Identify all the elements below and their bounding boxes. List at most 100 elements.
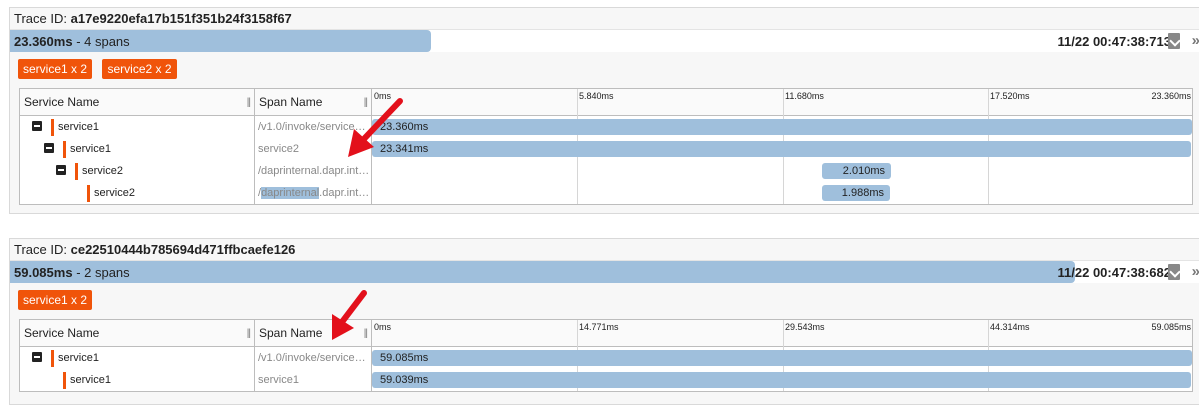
- service-name: service1: [70, 374, 111, 386]
- tick-label: 23.360ms: [1151, 91, 1191, 101]
- trace-timestamp: 11/22 00:47:38:682: [1057, 265, 1171, 280]
- span-table: Service Name || Span Name || 0ms 5.840ms…: [19, 88, 1193, 205]
- table-header: Service Name || Span Name || 0ms 5.840ms…: [20, 89, 1192, 116]
- tick-label: 11.680ms: [785, 91, 824, 101]
- trace-header: Trace ID: a17e9220efa17b151f351b24f3158f…: [10, 8, 1199, 29]
- tick-label: 59.085ms: [1151, 322, 1191, 332]
- service-color-marker: [51, 350, 54, 367]
- trace-duration-text: 59.085ms - 2 spans: [14, 265, 130, 280]
- trace-summary-bar[interactable]: 59.085ms - 2 spans 11/22 00:47:38:682 »: [10, 260, 1199, 283]
- minus-square-icon[interactable]: [32, 121, 42, 131]
- service-color-marker: [63, 372, 66, 389]
- column-grip-icon[interactable]: ||: [247, 328, 251, 339]
- span-timeline: 59.085ms: [372, 347, 1194, 369]
- download-icon[interactable]: [1168, 33, 1180, 49]
- span-table: Service Name || Span Name || 0ms 14.771m…: [19, 319, 1193, 392]
- tick-label: 0ms: [374, 322, 392, 332]
- span-timeline: 2.010ms: [372, 160, 1194, 182]
- trace-id-label: Trace ID:: [14, 242, 67, 257]
- span-name-highlight: daprinternal: [261, 187, 320, 199]
- service-cell: service2: [20, 182, 255, 204]
- column-label: Span Name: [259, 95, 323, 109]
- trace-panel: Trace ID: a17e9220efa17b151f351b24f3158f…: [9, 7, 1199, 214]
- minus-square-icon[interactable]: [56, 165, 66, 175]
- red-arrow-icon: [332, 290, 367, 340]
- span-duration: 59.085ms: [380, 352, 429, 364]
- download-icon[interactable]: [1168, 264, 1180, 280]
- minus-square-icon[interactable]: [32, 352, 42, 362]
- trace-id-label: Trace ID:: [14, 11, 67, 26]
- span-duration: 1.988ms: [841, 187, 884, 199]
- service-tags: service1 x 2: [10, 283, 1199, 317]
- column-label: Span Name: [259, 326, 323, 340]
- span-timeline: 1.988ms: [372, 182, 1194, 204]
- tick-label: 29.543ms: [785, 322, 825, 332]
- service-name: service2: [94, 187, 135, 199]
- trace-duration: 23.360ms: [14, 34, 73, 49]
- trace-timestamp: 11/22 00:47:38:713: [1057, 34, 1171, 49]
- service-name: service1: [70, 143, 111, 155]
- service-tag[interactable]: service1 x 2: [18, 290, 93, 310]
- span-row[interactable]: service1 /v1.0/invoke/service2/method/ad…: [20, 347, 1192, 369]
- span-row[interactable]: service1 service1 59.039ms: [20, 369, 1192, 391]
- span-bar[interactable]: 23.341ms: [372, 141, 1191, 157]
- span-row[interactable]: service2 /daprinternal.dapr.internals.Se…: [20, 182, 1192, 204]
- span-timeline: 23.341ms: [372, 138, 1194, 160]
- service-tags: service1 x 2 service2 x 2: [10, 52, 1199, 86]
- tick-label: 14.771ms: [579, 322, 619, 332]
- service-color-marker: [63, 141, 66, 158]
- column-header-service-name[interactable]: Service Name ||: [20, 320, 255, 346]
- span-duration: 59.039ms: [380, 374, 429, 386]
- column-label: Service Name: [24, 326, 100, 340]
- trace-span-count: - 2 spans: [76, 265, 130, 280]
- span-row[interactable]: service1 /v1.0/invoke/service2/method/ad…: [20, 116, 1192, 138]
- trace-id[interactable]: a17e9220efa17b151f351b24f3158f67: [71, 11, 292, 26]
- service-color-marker: [75, 163, 78, 180]
- span-row[interactable]: service1 service2 23.341ms: [20, 138, 1192, 160]
- trace-header: Trace ID: ce22510444b785694d471ffbcaefe1…: [10, 239, 1199, 260]
- service-name: service1: [58, 352, 99, 364]
- trace-id[interactable]: ce22510444b785694d471ffbcaefe126: [71, 242, 296, 257]
- span-row[interactable]: service2 /daprinternal.dapr.internals.Se…: [20, 160, 1192, 182]
- trace-panel: Trace ID: ce22510444b785694d471ffbcaefe1…: [9, 238, 1199, 405]
- service-name: service1: [58, 121, 99, 133]
- span-timeline: 59.039ms: [372, 369, 1194, 391]
- tick-label: 17.520ms: [990, 91, 1030, 101]
- trace-duration-fill: [10, 261, 1075, 283]
- span-name-rest: .dapr.internals.ServiceInvocation/CallLo…: [319, 187, 371, 199]
- column-label: Service Name: [24, 95, 100, 109]
- service-tag[interactable]: service2 x 2: [102, 59, 177, 79]
- service-name: service2: [82, 165, 123, 177]
- span-name: /v1.0/invoke/service2/method/add: [255, 347, 372, 369]
- service-cell: service1: [20, 116, 255, 138]
- red-arrow-icon: [348, 98, 403, 157]
- span-bar[interactable]: 1.988ms: [822, 185, 890, 201]
- service-cell: service1: [20, 347, 255, 369]
- tick-label: 5.840ms: [579, 91, 614, 101]
- tick-label: 44.314ms: [990, 322, 1030, 332]
- column-header-service-name[interactable]: Service Name ||: [20, 89, 255, 115]
- span-bar[interactable]: 59.085ms: [372, 350, 1192, 366]
- expand-chevrons-icon[interactable]: »: [1192, 263, 1199, 280]
- service-cell: service1: [20, 369, 255, 391]
- trace-span-count: - 4 spans: [76, 34, 130, 49]
- trace-duration-text: 23.360ms - 4 spans: [14, 34, 130, 49]
- span-name: /daprinternal.dapr.internals.ServiceInvo…: [255, 182, 372, 204]
- trace-duration: 59.085ms: [14, 265, 73, 280]
- span-duration: 2.010ms: [842, 165, 885, 177]
- span-bar[interactable]: 59.039ms: [372, 372, 1191, 388]
- service-cell: service2: [20, 160, 255, 182]
- service-tag[interactable]: service1 x 2: [18, 59, 93, 79]
- service-color-marker: [51, 119, 54, 136]
- column-grip-icon[interactable]: ||: [247, 97, 251, 108]
- table-header: Service Name || Span Name || 0ms 14.771m…: [20, 320, 1192, 347]
- span-bar[interactable]: 23.360ms: [372, 119, 1192, 135]
- span-timeline: 23.360ms: [372, 116, 1194, 138]
- trace-summary-bar[interactable]: 23.360ms - 4 spans 11/22 00:47:38:713 »: [10, 29, 1199, 52]
- span-bar[interactable]: 2.010ms: [822, 163, 891, 179]
- minus-square-icon[interactable]: [44, 143, 54, 153]
- service-color-marker: [87, 185, 90, 202]
- expand-chevrons-icon[interactable]: »: [1192, 32, 1199, 49]
- span-name: service1: [255, 369, 372, 391]
- service-cell: service1: [20, 138, 255, 160]
